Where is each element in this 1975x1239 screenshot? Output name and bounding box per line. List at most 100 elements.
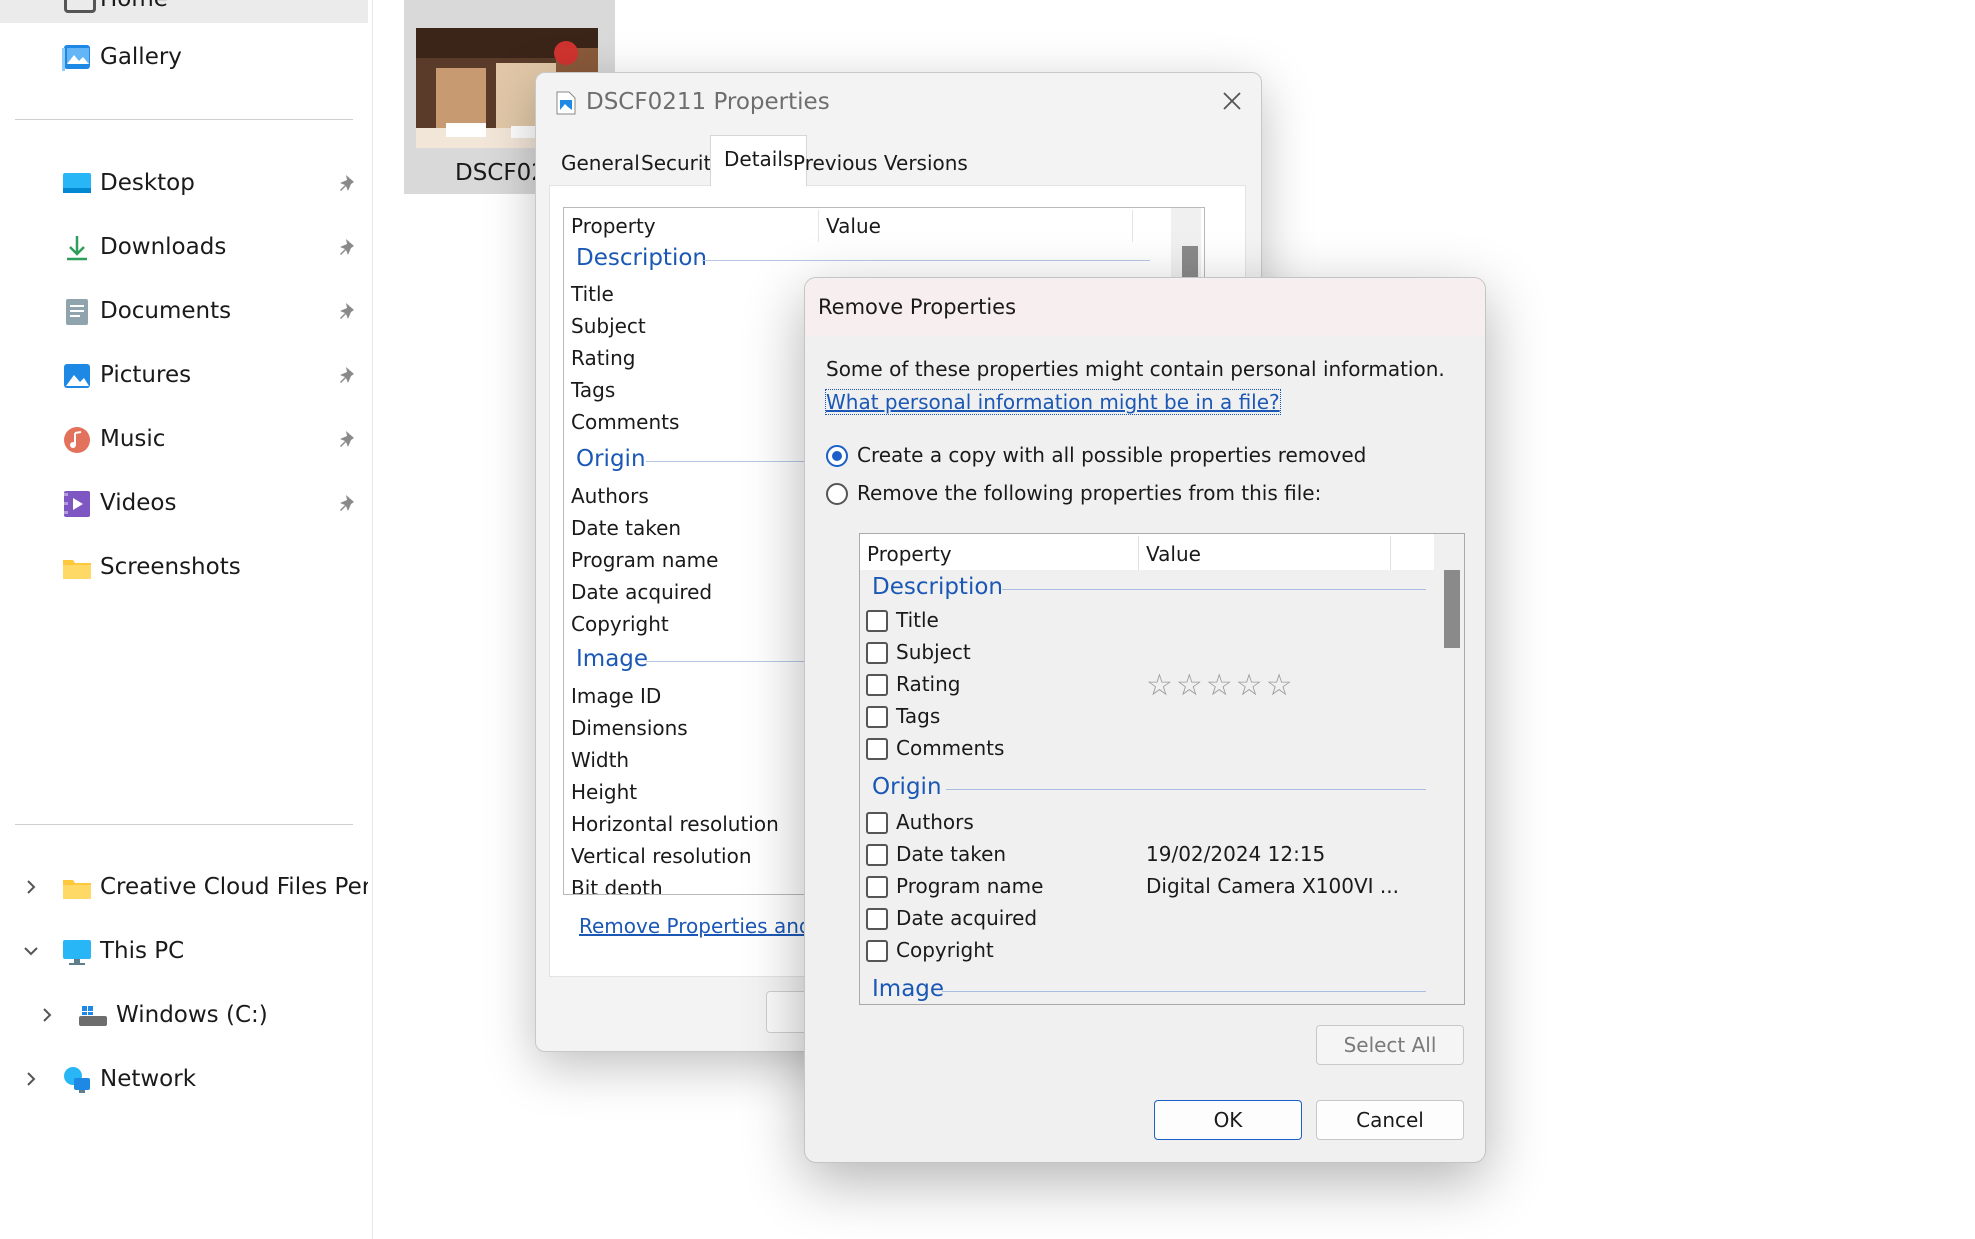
- nav-item-music[interactable]: Music: [0, 412, 368, 468]
- group-divider: [942, 991, 1426, 992]
- property-row-copyright[interactable]: Copyright: [866, 938, 1434, 968]
- folder-icon: [63, 880, 91, 899]
- group-divider: [1002, 589, 1426, 590]
- property-name: Program name: [896, 874, 1044, 898]
- checkbox[interactable]: [866, 844, 888, 866]
- nav-item-creative-cloud[interactable]: Creative Cloud Files Perso: [0, 860, 368, 916]
- network-icon: [64, 1067, 90, 1093]
- property-row-title[interactable]: Title: [866, 608, 1434, 638]
- property-row-rating[interactable]: Rating ☆☆☆☆☆: [866, 668, 1434, 703]
- column-header-property[interactable]: Property: [571, 214, 656, 238]
- column-header-value[interactable]: Value: [826, 214, 881, 238]
- pin-icon[interactable]: [340, 174, 358, 194]
- property-row[interactable]: Title: [571, 282, 614, 306]
- nav-item-screenshots[interactable]: Screenshots: [0, 540, 368, 596]
- checkbox[interactable]: [866, 610, 888, 632]
- property-row-authors[interactable]: Authors: [866, 810, 1434, 840]
- column-header-value[interactable]: Value: [1146, 542, 1201, 566]
- property-row[interactable]: Vertical resolution: [571, 844, 752, 868]
- property-row[interactable]: Dimensions: [571, 716, 688, 740]
- pin-icon[interactable]: [340, 494, 358, 514]
- nav-item-label: Music: [100, 426, 166, 452]
- chevron-down-icon[interactable]: [20, 940, 42, 962]
- property-row-date-taken[interactable]: Date taken 19/02/2024 12:15: [866, 842, 1434, 872]
- nav-item-downloads[interactable]: Downloads: [0, 220, 368, 276]
- removable-properties-list[interactable]: Property Value Description Title Subject…: [859, 533, 1465, 1005]
- pin-icon[interactable]: [340, 366, 358, 386]
- pin-icon[interactable]: [340, 238, 358, 258]
- property-row[interactable]: Comments: [571, 410, 679, 434]
- group-description: Description: [872, 574, 1003, 600]
- nav-item-this-pc[interactable]: This PC: [0, 924, 368, 980]
- nav-item-videos[interactable]: Videos: [0, 476, 368, 532]
- checkbox[interactable]: [866, 876, 888, 898]
- property-row-subject[interactable]: Subject: [866, 640, 1434, 670]
- ok-button-obscured[interactable]: [766, 991, 808, 1033]
- property-row-program-name[interactable]: Program name Digital Camera X100VI ...: [866, 874, 1434, 904]
- remove-properties-dialog: Remove Properties Some of these properti…: [804, 277, 1486, 1163]
- checkbox[interactable]: [866, 674, 888, 696]
- property-name: Authors: [896, 810, 974, 834]
- nav-item-documents[interactable]: Documents: [0, 284, 368, 340]
- ok-button[interactable]: OK: [1154, 1100, 1302, 1140]
- checkbox[interactable]: [866, 738, 888, 760]
- file-name-label: DSCF0211: [455, 160, 535, 186]
- radio-remove-properties[interactable]: [826, 483, 848, 505]
- pin-icon[interactable]: [340, 430, 358, 450]
- chevron-right-icon[interactable]: [36, 1004, 58, 1026]
- nav-item-label: This PC: [100, 938, 185, 964]
- property-row[interactable]: Horizontal resolution: [571, 812, 779, 836]
- group-divider: [946, 789, 1426, 790]
- property-row[interactable]: Authors: [571, 484, 649, 508]
- radio-create-copy-label[interactable]: Create a copy with all possible properti…: [857, 443, 1366, 467]
- nav-item-label: Creative Cloud Files Perso: [100, 874, 368, 900]
- property-row-tags[interactable]: Tags: [866, 704, 1434, 734]
- property-row-comments[interactable]: Comments: [866, 736, 1434, 766]
- property-row[interactable]: Copyright: [571, 612, 669, 636]
- checkbox[interactable]: [866, 642, 888, 664]
- music-icon: [64, 427, 90, 453]
- property-row[interactable]: Tags: [571, 378, 615, 402]
- property-name: Copyright: [896, 938, 994, 962]
- property-row[interactable]: Height: [571, 780, 637, 804]
- property-row[interactable]: Date acquired: [571, 580, 712, 604]
- property-name: Rating: [896, 672, 961, 696]
- cancel-button[interactable]: Cancel: [1316, 1100, 1464, 1140]
- checkbox[interactable]: [866, 812, 888, 834]
- nav-item-gallery[interactable]: Gallery: [0, 30, 368, 86]
- property-name: Comments: [896, 736, 1005, 760]
- divider: [15, 824, 353, 825]
- pin-icon[interactable]: [340, 302, 358, 322]
- scrollbar-thumb[interactable]: [1444, 570, 1460, 648]
- property-row[interactable]: Program name: [571, 548, 718, 572]
- property-row[interactable]: Date taken: [571, 516, 681, 540]
- radio-remove-properties-label[interactable]: Remove the following properties from thi…: [857, 481, 1321, 505]
- nav-item-network[interactable]: Network: [0, 1052, 368, 1108]
- column-header-property[interactable]: Property: [867, 542, 952, 566]
- checkbox[interactable]: [866, 706, 888, 728]
- home-icon: [64, 0, 96, 13]
- property-row[interactable]: Subject: [571, 314, 646, 338]
- chevron-right-icon[interactable]: [20, 876, 42, 898]
- nav-item-pictures[interactable]: Pictures: [0, 348, 368, 404]
- chevron-right-icon[interactable]: [20, 1068, 42, 1090]
- nav-item-windows-c[interactable]: Windows (C:): [0, 988, 368, 1044]
- property-row[interactable]: Image ID: [571, 684, 661, 708]
- rating-stars-icon: ☆☆☆☆☆: [1146, 668, 1296, 703]
- group-origin: Origin: [872, 774, 942, 800]
- radio-create-copy[interactable]: [826, 445, 848, 467]
- property-row[interactable]: Width: [571, 748, 629, 772]
- gallery-icon: [62, 45, 90, 71]
- nav-item-desktop[interactable]: Desktop: [0, 156, 368, 212]
- property-row[interactable]: Bit depth: [571, 876, 663, 894]
- nav-item-home[interactable]: Home: [0, 0, 368, 23]
- property-row-date-acquired[interactable]: Date acquired: [866, 906, 1434, 936]
- scrollbar[interactable]: [1434, 534, 1464, 1004]
- tab-previous-versions[interactable]: Previous Versions: [780, 141, 981, 183]
- select-all-button[interactable]: Select All: [1316, 1025, 1464, 1065]
- personal-info-help-link[interactable]: What personal information might be in a …: [825, 389, 1281, 415]
- close-icon[interactable]: [1214, 83, 1250, 119]
- checkbox[interactable]: [866, 940, 888, 962]
- property-row[interactable]: Rating: [571, 346, 635, 370]
- checkbox[interactable]: [866, 908, 888, 930]
